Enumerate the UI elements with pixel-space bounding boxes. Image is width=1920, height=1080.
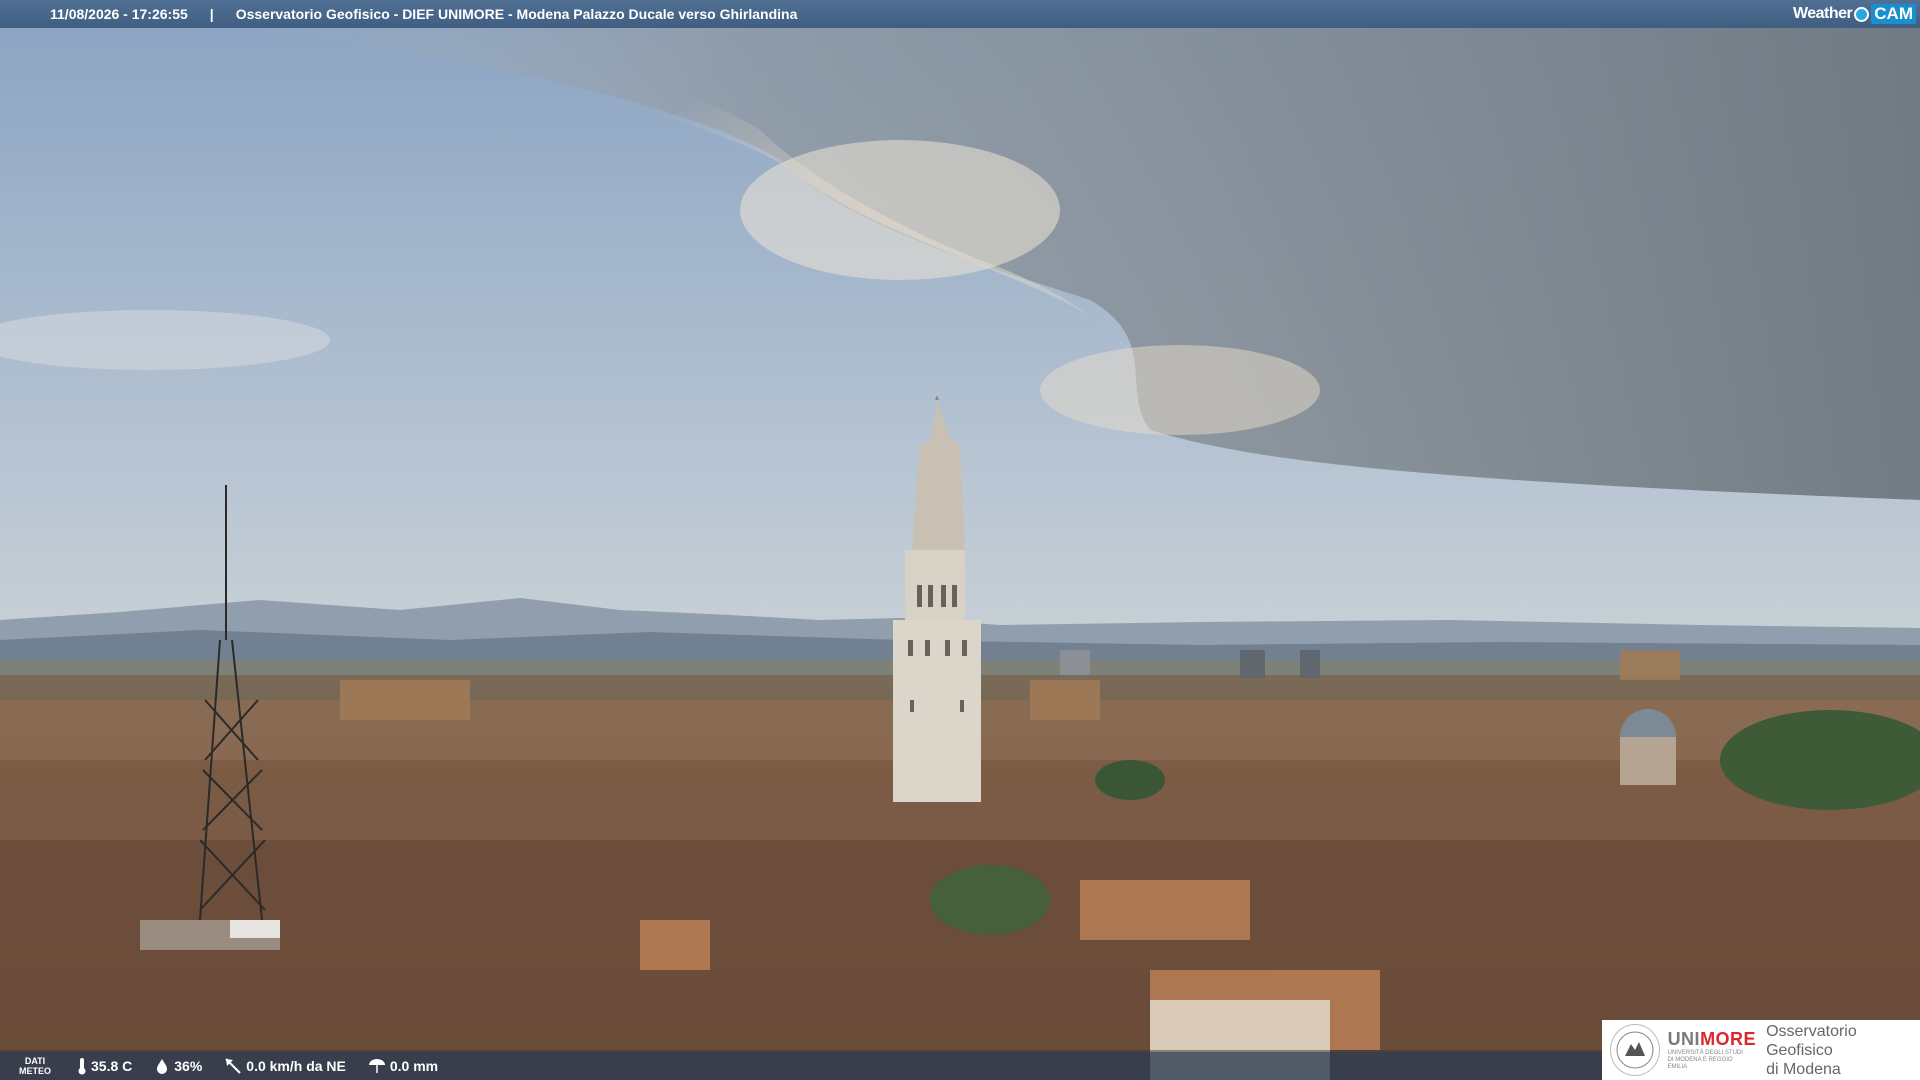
more-text: MORE	[1700, 1029, 1757, 1049]
droplet-icon	[157, 1059, 168, 1074]
humidity-value: 36%	[174, 1058, 203, 1074]
unimore-logo: UNIMORE UNIVERSITÀ DEGLI STUDI DI MODENA…	[1602, 1020, 1920, 1080]
cam-text: CAM	[1871, 4, 1916, 24]
weathercam-logo: Weather CAM	[1793, 2, 1916, 26]
weather-text: Weather	[1792, 5, 1853, 22]
rain-gauge-icon	[368, 1059, 385, 1073]
header-bar: 11/08/2026 - 17:26:55 | Osservatorio Geo…	[0, 0, 1920, 28]
thermometer-icon	[78, 1058, 86, 1075]
humidity-reading: 36%	[154, 1058, 202, 1074]
separator: |	[209, 6, 214, 22]
observatory-name: Osservatorio Geofisico di Modena	[1766, 1022, 1920, 1079]
timestamp: 11/08/2026 - 17:26:55	[50, 6, 188, 22]
wind-reading: 0.0 km/h da NE	[224, 1057, 346, 1075]
university-seal-icon	[1610, 1024, 1660, 1076]
weathercam-dot-icon	[1854, 6, 1870, 22]
temperature-value: 35.8 C	[91, 1058, 133, 1074]
meteo-label: DATI METEO	[15, 1056, 55, 1076]
observatory-line1: Osservatorio Geofisico	[1766, 1022, 1857, 1059]
university-name: UNIVERSITÀ DEGLI STUDI DI MODENA E REGGI…	[1667, 1050, 1743, 1070]
wind-value: 0.0 km/h da NE	[246, 1058, 346, 1074]
observatory-line2: di Modena	[1766, 1060, 1841, 1078]
rain-reading: 0.0 mm	[368, 1058, 438, 1074]
temperature-reading: 35.8 C	[77, 1057, 132, 1075]
meteo-label-line1: DATI	[24, 1056, 46, 1066]
uni-text: UNI	[1667, 1029, 1701, 1049]
meteo-label-line2: METEO	[18, 1066, 51, 1076]
rain-value: 0.0 mm	[389, 1058, 439, 1074]
unimore-wordmark: UNIMORE UNIVERSITÀ DEGLI STUDI DI MODENA…	[1668, 1029, 1757, 1071]
wind-vane-icon	[225, 1058, 241, 1074]
camera-title: Osservatorio Geofisico - DIEF UNIMORE - …	[235, 6, 798, 22]
webcam-image	[0, 0, 1920, 1080]
